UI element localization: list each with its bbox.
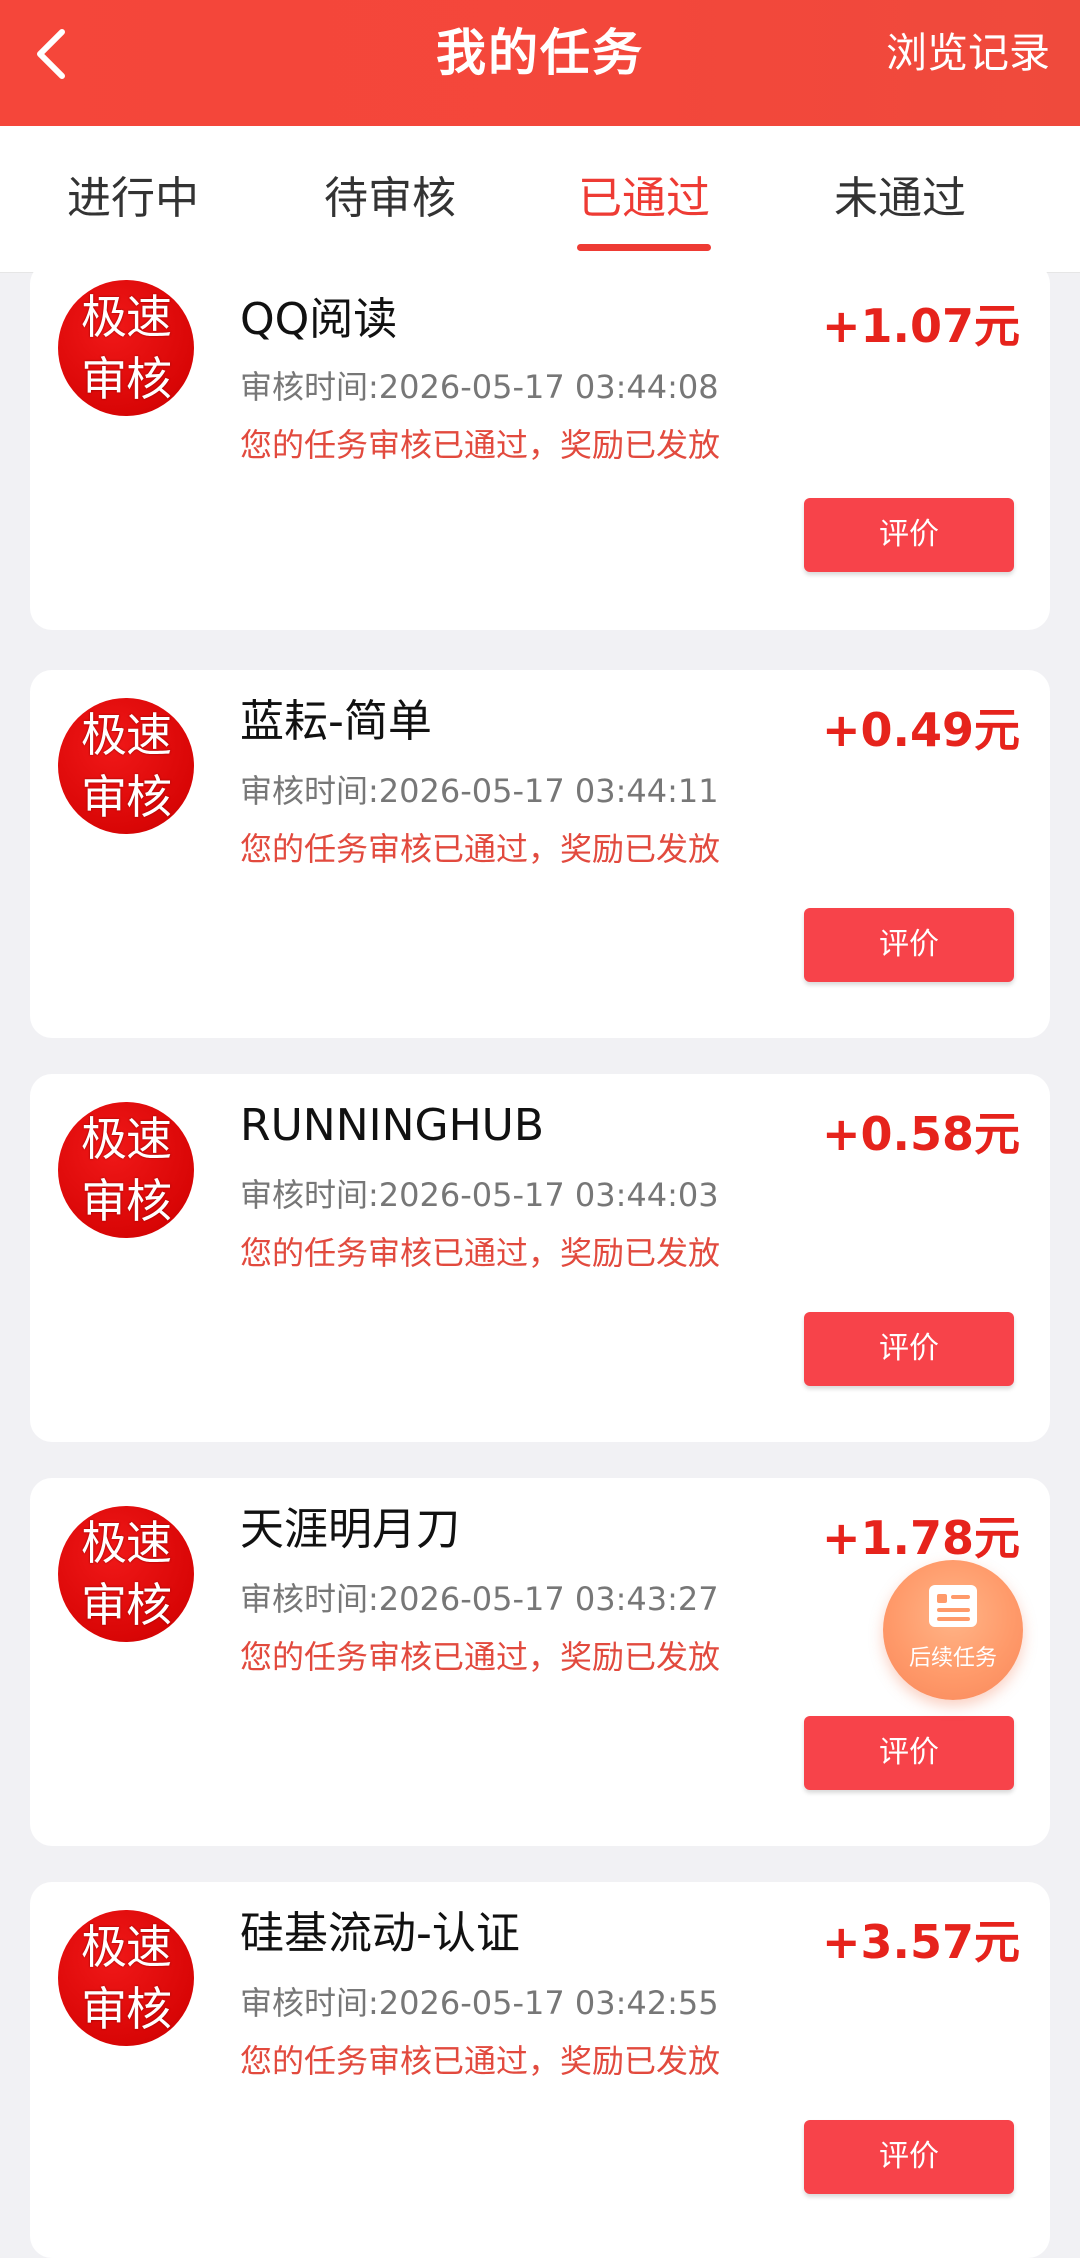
task-name: 蓝耘-简单 — [240, 696, 432, 747]
reward-amount: +0.58元 — [821, 1107, 1020, 1161]
review-time: 审核时间:2026-05-17 03:44:08 — [240, 368, 719, 406]
browse-history-link[interactable]: 浏览记录 — [886, 26, 1050, 80]
review-button[interactable]: 评价 — [804, 1716, 1014, 1790]
fast-review-badge: 极速 审核 — [58, 1102, 194, 1238]
tab-pending-review[interactable]: 待审核 — [270, 126, 510, 272]
review-time: 审核时间:2026-05-17 03:44:03 — [240, 1176, 719, 1214]
task-card[interactable]: 极速 审核 RUNNINGHUB 审核时间:2026-05-17 03:44:03… — [30, 1074, 1050, 1442]
tab-in-progress[interactable]: 进行中 — [13, 126, 253, 272]
task-card[interactable]: 极速 审核 QQ阅读 审核时间:2026-05-17 03:44:08 您的任务审… — [30, 262, 1050, 630]
task-name: 天涯明月刀 — [240, 1504, 460, 1555]
fast-review-badge: 极速 审核 — [58, 1910, 194, 2046]
tab-rejected[interactable]: 未通过 — [780, 126, 1020, 272]
review-status: 您的任务审核已通过，奖励已发放 — [240, 1234, 721, 1272]
document-icon — [929, 1585, 977, 1627]
review-button[interactable]: 评价 — [804, 1312, 1014, 1386]
follow-up-tasks-label: 后续任务 — [908, 1646, 997, 1671]
task-name: 硅基流动-认证 — [240, 1908, 520, 1959]
fast-review-badge: 极速 审核 — [58, 1506, 194, 1642]
reward-amount: +3.57元 — [821, 1915, 1020, 1969]
review-button[interactable]: 评价 — [804, 908, 1014, 982]
review-time: 审核时间:2026-05-17 03:43:27 — [240, 1580, 719, 1618]
task-name: QQ阅读 — [240, 294, 398, 345]
review-status: 您的任务审核已通过，奖励已发放 — [240, 2042, 721, 2080]
active-tab-indicator — [577, 244, 711, 251]
follow-up-tasks-button[interactable]: 后续任务 — [883, 1560, 1023, 1700]
fast-review-badge: 极速 审核 — [58, 698, 194, 834]
review-status: 您的任务审核已通过，奖励已发放 — [240, 426, 721, 464]
task-card[interactable]: 极速 审核 硅基流动-认证 审核时间:2026-05-17 03:42:55 您的… — [30, 1882, 1050, 2258]
status-tabs: 进行中 待审核 已通过 未通过 — [0, 126, 1080, 273]
task-card[interactable]: 极速 审核 蓝耘-简单 审核时间:2026-05-17 03:44:11 您的任务… — [30, 670, 1050, 1038]
review-status: 您的任务审核已通过，奖励已发放 — [240, 1638, 721, 1676]
review-status: 您的任务审核已通过，奖励已发放 — [240, 830, 721, 868]
reward-amount: +1.78元 — [821, 1511, 1020, 1565]
task-name: RUNNINGHUB — [240, 1100, 545, 1151]
review-button[interactable]: 评价 — [804, 2120, 1014, 2194]
review-button[interactable]: 评价 — [804, 498, 1014, 572]
reward-amount: +1.07元 — [821, 299, 1020, 353]
review-time: 审核时间:2026-05-17 03:42:55 — [240, 1984, 719, 2022]
app-header: 我的任务 浏览记录 — [0, 0, 1080, 126]
review-time: 审核时间:2026-05-17 03:44:11 — [240, 772, 719, 810]
reward-amount: +0.49元 — [821, 703, 1020, 757]
fast-review-badge: 极速 审核 — [58, 280, 194, 416]
